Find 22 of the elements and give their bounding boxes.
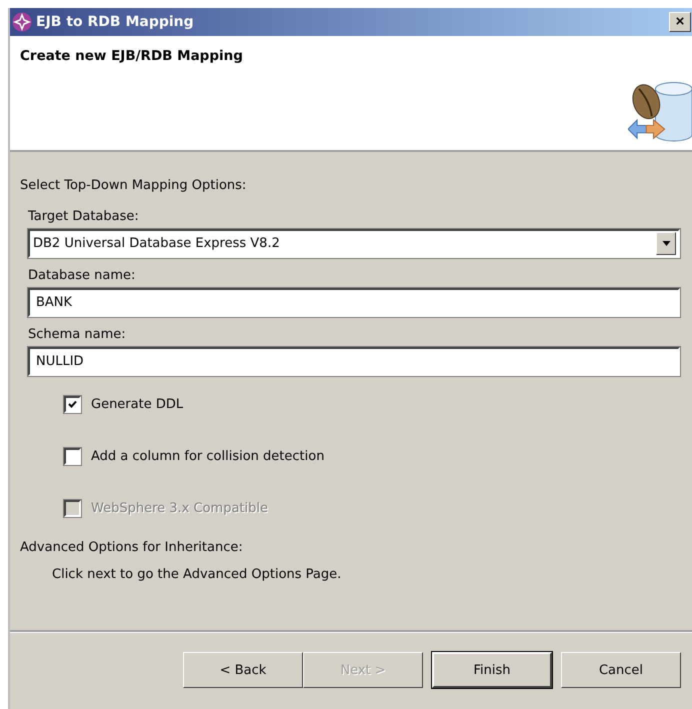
- close-button[interactable]: ×: [669, 12, 691, 32]
- advanced-label: Advanced Options for Inheritance:: [20, 540, 244, 555]
- field-label: Schema name:: [28, 327, 127, 342]
- section-label: Select Top-Down Mapping Options:: [20, 178, 248, 193]
- checkbox-label: WebSphere 3.x Compatible: [91, 500, 268, 516]
- checkbox-label: Add a column for collision detection: [91, 448, 324, 464]
- wizard-button[interactable]: Cancel: [561, 652, 681, 688]
- wizard-button[interactable]: < Back: [183, 652, 303, 688]
- field-label: Database name:: [28, 268, 136, 283]
- checkbox[interactable]: [64, 396, 81, 412]
- input-field[interactable]: NULLID: [28, 347, 680, 376]
- field-label: Target Database:: [28, 209, 140, 224]
- advanced-hint: Click next to go the Advanced Options Page.: [51, 567, 342, 582]
- window-title: EJB to RDB Mapping: [36, 14, 195, 30]
- checkbox-label: Generate DDL: [91, 396, 184, 412]
- check-icon: [68, 400, 77, 408]
- checkbox[interactable]: [64, 448, 81, 464]
- app-icon: [12, 12, 32, 32]
- database-dropdown[interactable]: DB2 Universal Database Express V8.2: [28, 229, 680, 258]
- input-field[interactable]: BANK: [28, 288, 680, 317]
- header-title: Create new EJB/RDB Mapping: [20, 48, 243, 64]
- wizard-button[interactable]: Finish: [432, 652, 552, 688]
